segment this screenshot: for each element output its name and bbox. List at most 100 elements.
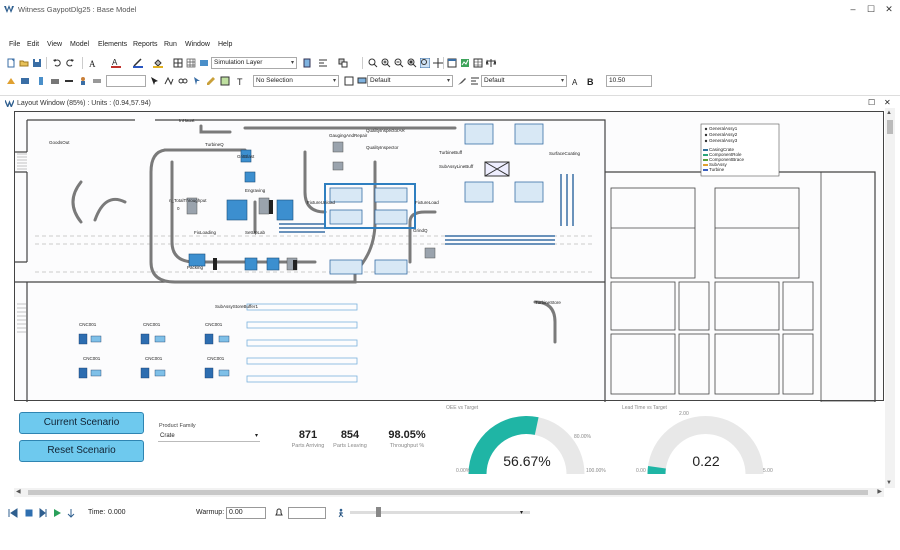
warmup-label: Warmup: (196, 509, 225, 516)
gauge1-max: 100.00% (586, 468, 606, 474)
menu-elements[interactable]: Elements (98, 41, 127, 48)
scroll-right-icon[interactable]: ▶ (877, 488, 882, 495)
vertical-scroll-thumb[interactable] (887, 120, 893, 134)
redo-icon[interactable] (65, 58, 75, 68)
select-icon[interactable] (150, 76, 160, 86)
font-color-icon[interactable]: A (111, 58, 121, 68)
reset-scenario-button[interactable]: Reset Scenario (19, 440, 144, 462)
buffer-icon[interactable] (36, 76, 46, 86)
vehicle-icon[interactable] (92, 76, 102, 86)
route-icon[interactable] (164, 76, 174, 86)
chart-icon[interactable] (460, 58, 470, 68)
fill-color-icon[interactable] (153, 58, 163, 68)
style-select-2[interactable]: Default ▾ (481, 75, 567, 87)
label-subassy-line-buff: SubAssyLineBuff (439, 164, 474, 169)
undo-icon[interactable] (52, 58, 62, 68)
menu-run[interactable]: Run (164, 41, 177, 48)
scroll-left-icon[interactable]: ◀ (16, 488, 21, 495)
balance-icon[interactable] (486, 58, 496, 68)
vertical-scrollbar[interactable]: ▲ ▼ (885, 108, 895, 488)
open-icon[interactable] (19, 58, 29, 68)
arrange-icon[interactable] (338, 58, 348, 68)
zoom-out-icon[interactable] (394, 58, 404, 68)
link-icon[interactable] (178, 76, 188, 86)
pattern-icon[interactable] (173, 58, 183, 68)
save-icon[interactable] (32, 58, 42, 68)
part-icon[interactable] (20, 76, 30, 86)
step-icon[interactable] (38, 508, 48, 518)
horizontal-scroll-thumb[interactable] (28, 490, 868, 495)
display-icon[interactable] (357, 76, 367, 86)
layout-restore-button[interactable]: ☐ (868, 98, 875, 107)
menu-reports[interactable]: Reports (133, 41, 158, 48)
current-scenario-button[interactable]: Current Scenario (19, 412, 144, 434)
menu-file[interactable]: File (9, 41, 20, 48)
menu-help[interactable]: Help (218, 41, 232, 48)
stop-icon[interactable] (24, 508, 34, 518)
store-buffer (246, 303, 358, 383)
gauge2-target: 2.00 (679, 411, 689, 417)
line-color-icon[interactable] (133, 58, 143, 68)
label-grind-q: GrindQ (413, 228, 428, 233)
alert-field[interactable] (288, 507, 326, 519)
legend-swatch-4 (703, 169, 708, 171)
element-name-field[interactable] (106, 75, 146, 87)
speed-slider-thumb[interactable] (376, 507, 381, 517)
conveyor-icon[interactable] (64, 76, 74, 86)
close-button[interactable]: ✕ (882, 3, 896, 15)
speed-arrow-icon[interactable]: ▾ (520, 509, 523, 516)
run-to-icon[interactable] (66, 508, 76, 518)
label-total-throughput: n_TotalThroughput (169, 198, 207, 203)
window-icon[interactable] (447, 58, 457, 68)
zoom-fit-icon[interactable] (407, 58, 417, 68)
pointer-icon[interactable] (192, 76, 202, 86)
zoom-in-icon[interactable] (381, 58, 391, 68)
new-icon[interactable] (6, 58, 16, 68)
product-family-select[interactable]: Crate ▾ (158, 430, 260, 442)
grid-icon[interactable] (186, 58, 196, 68)
pan-icon[interactable] (433, 58, 443, 68)
properties-icon[interactable] (344, 76, 354, 86)
menu-edit[interactable]: Edit (27, 41, 39, 48)
layer-props-icon[interactable] (302, 58, 312, 68)
rewind-icon[interactable] (8, 508, 18, 518)
align-icon[interactable] (318, 58, 328, 68)
menu-window[interactable]: Window (185, 41, 210, 48)
edit-icon[interactable] (206, 76, 216, 86)
menu-view[interactable]: View (47, 41, 62, 48)
bell-icon[interactable] (274, 508, 284, 518)
layout-canvas[interactable]: GoodsOut SurfaceCoating TurbineBuff SubA… (14, 111, 884, 402)
legend-swatch-0 (703, 149, 708, 151)
warmup-field[interactable]: 0.00 (226, 507, 266, 519)
scroll-up-icon[interactable]: ▲ (886, 110, 892, 116)
bold-icon[interactable]: B (586, 76, 596, 86)
text-icon[interactable]: T (236, 76, 246, 86)
layout-close-button[interactable]: ✕ (884, 98, 891, 107)
gauge1-min: 0.00% (456, 468, 471, 474)
font-icon[interactable]: A (88, 58, 98, 68)
menu-model[interactable]: Model (70, 41, 89, 48)
label-set-up-lab: SetUpLab (245, 230, 266, 235)
picture-icon[interactable] (220, 76, 230, 86)
style-select-1[interactable]: Default ▾ (367, 75, 453, 87)
brush-icon[interactable] (457, 76, 467, 86)
table-icon[interactable] (473, 58, 483, 68)
walk-icon[interactable] (336, 508, 346, 518)
chevron-down-icon: ▾ (560, 78, 564, 84)
element-icon[interactable] (6, 76, 16, 86)
labor-icon[interactable] (78, 76, 88, 86)
font-size-field[interactable]: 10.50 (606, 75, 652, 87)
layer-icon[interactable] (199, 58, 209, 68)
horizontal-scrollbar[interactable]: ◀ ▶ (14, 488, 884, 497)
run-icon[interactable] (52, 508, 62, 518)
maximize-button[interactable]: ☐ (864, 3, 878, 15)
machine-icon[interactable] (50, 76, 60, 86)
selection-select[interactable]: No Selection ▾ (253, 75, 339, 87)
align-left-icon[interactable] (470, 76, 480, 86)
zoom-icon[interactable] (368, 58, 378, 68)
scroll-down-icon[interactable]: ▼ (886, 480, 892, 486)
layer-select[interactable]: Simulation Layer ▾ (211, 57, 297, 69)
zoom-window-icon[interactable] (420, 58, 430, 68)
font-size-icon[interactable]: A (572, 76, 582, 86)
minimize-button[interactable]: – (846, 3, 860, 15)
